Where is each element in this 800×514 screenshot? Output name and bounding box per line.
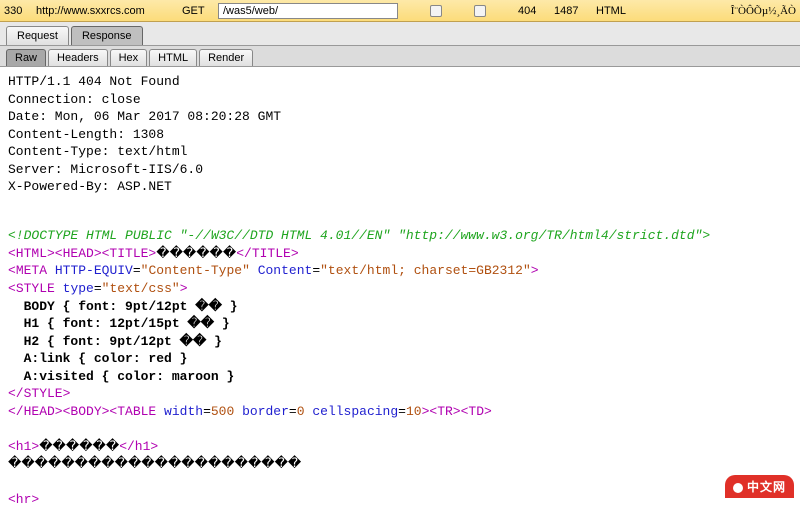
header-line: HTTP/1.1 404 Not Found (8, 74, 180, 89)
style-close: </STYLE> (8, 386, 70, 401)
url-path-input[interactable] (218, 3, 398, 19)
tab-raw[interactable]: Raw (6, 49, 46, 66)
hr-tag: <hr> (8, 492, 39, 507)
tab-hex[interactable]: Hex (110, 49, 148, 66)
tab-render[interactable]: Render (199, 49, 253, 66)
logo-dot-icon (733, 483, 743, 493)
header-line: Content-Type: text/html (8, 144, 187, 159)
http-method: GET (182, 5, 212, 17)
header-line: Date: Mon, 06 Mar 2017 08:20:28 GMT (8, 109, 281, 124)
tab-html[interactable]: HTML (149, 49, 197, 66)
header-line: Server: Microsoft-IIS/6.0 (8, 162, 203, 177)
header-line: Content-Length: 1308 (8, 127, 164, 142)
tab-headers[interactable]: Headers (48, 49, 108, 66)
mime-type: HTML (596, 5, 636, 17)
capture-row: 330 http://www.sxxrcs.com GET 404 1487 H… (0, 0, 800, 22)
css-rule: BODY { font: 9pt/12pt �� } (8, 299, 238, 314)
message-tabs: Request Response (0, 22, 800, 46)
watermark-badge: 中文网 (725, 475, 794, 498)
view-tabs: Raw Headers Hex HTML Render (0, 46, 800, 67)
garbled-text: ���������������������� (8, 456, 301, 471)
css-rule: H2 { font: 9pt/12pt �� } (8, 334, 222, 349)
checkbox-2[interactable] (474, 5, 486, 17)
css-rule: H1 { font: 12pt/15pt �� } (8, 316, 230, 331)
header-line: Connection: close (8, 92, 141, 107)
header-line: X-Powered-By: ASP.NET (8, 179, 172, 194)
http-status: 404 (518, 5, 548, 17)
host-url: http://www.sxxrcs.com (36, 5, 176, 17)
checkbox-1[interactable] (430, 5, 442, 17)
response-headers-block: HTTP/1.1 404 Not Found Connection: close… (8, 73, 792, 196)
response-raw-view[interactable]: HTTP/1.1 404 Not Found Connection: close… (0, 67, 800, 514)
css-rule: A:visited { color: maroon } (8, 369, 234, 384)
encoding-garbled: Î¨ÒÔÕµ½¸ÃÒ (731, 5, 796, 17)
response-size: 1487 (554, 5, 590, 17)
tab-request[interactable]: Request (6, 26, 69, 45)
response-body-block: <!DOCTYPE HTML PUBLIC "-//W3C//DTD HTML … (8, 227, 792, 508)
tab-response[interactable]: Response (71, 26, 143, 45)
doctype-line: <!DOCTYPE HTML PUBLIC "-//W3C//DTD HTML … (8, 228, 710, 243)
css-rule: A:link { color: red } (8, 351, 187, 366)
row-number: 330 (4, 5, 30, 17)
